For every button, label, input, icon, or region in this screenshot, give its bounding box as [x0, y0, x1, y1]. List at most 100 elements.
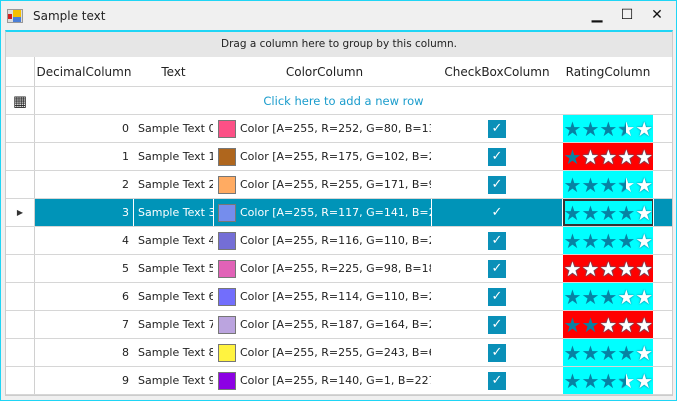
text-cell[interactable]: Sample Text 3 [134, 199, 214, 226]
text-cell[interactable]: Sample Text 7 [134, 311, 214, 338]
rating-control[interactable]: ★ ★ ★ ★ ★ [563, 143, 653, 170]
row-indicator[interactable] [6, 311, 35, 338]
star-icon[interactable]: ★ [581, 343, 599, 363]
checkbox-cell[interactable]: ✓ [432, 255, 563, 282]
rating-control[interactable]: ★ ★ ★ ★ ★ [563, 115, 653, 142]
color-cell[interactable]: Color [A=255, R=255, G=171, B=98] [214, 171, 432, 198]
text-cell[interactable]: Sample Text 0 [134, 115, 214, 142]
rating-control[interactable]: ★ ★ ★ ★ ★ [563, 227, 653, 254]
text-cell[interactable]: Sample Text 2 [134, 171, 214, 198]
star-icon[interactable]: ★ [599, 259, 617, 279]
color-cell[interactable]: Color [A=255, R=225, G=98, B=183] [214, 255, 432, 282]
star-icon[interactable]: ★ [617, 287, 635, 307]
star-icon[interactable]: ★ [581, 371, 599, 391]
star-icon[interactable]: ★ [564, 231, 582, 251]
rating-control[interactable]: ★ ★ ★ ★ ★ [563, 283, 653, 310]
star-icon[interactable]: ★ [564, 203, 582, 223]
star-icon[interactable]: ★ [617, 343, 635, 363]
checkbox[interactable]: ✓ [488, 259, 506, 278]
rating-control[interactable]: ★ ★ ★ ★ ★ [563, 199, 653, 226]
star-icon[interactable]: ★ [617, 371, 635, 391]
decimal-cell[interactable]: 9 [35, 367, 134, 394]
star-icon[interactable]: ★ [599, 231, 617, 251]
star-icon[interactable]: ★ [581, 315, 599, 335]
column-header-color[interactable]: ColorColumn [214, 57, 432, 86]
star-icon[interactable]: ★ [617, 315, 635, 335]
row-indicator[interactable] [6, 339, 35, 366]
checkbox-cell[interactable]: ✓ [432, 311, 563, 338]
checkbox[interactable]: ✓ [488, 147, 506, 166]
checkbox[interactable]: ✓ [488, 371, 506, 390]
table-row[interactable]: 1 Sample Text 1 Color [A=255, R=175, G=1… [6, 143, 672, 171]
star-icon[interactable]: ★ [581, 287, 599, 307]
color-cell[interactable]: Color [A=255, R=255, G=243, B=64] [214, 339, 432, 366]
star-icon[interactable]: ★ [599, 287, 617, 307]
checkbox-cell[interactable]: ✓ [432, 227, 563, 254]
color-cell[interactable]: Color [A=255, R=116, G=110, B=214] [214, 227, 432, 254]
text-cell[interactable]: Sample Text 6 [134, 283, 214, 310]
star-icon[interactable]: ★ [635, 147, 653, 167]
rating-cell[interactable]: ★ ★ ★ ★ ★ [563, 115, 654, 142]
star-icon[interactable]: ★ [581, 231, 599, 251]
table-row[interactable]: 5 Sample Text 5 Color [A=255, R=225, G=9… [6, 255, 672, 283]
table-row[interactable]: ▶ 3 Sample Text 3 Color [A=255, R=117, G… [6, 199, 672, 227]
rating-cell[interactable]: ★ ★ ★ ★ ★ [563, 311, 654, 338]
star-icon[interactable]: ★ [617, 259, 635, 279]
rating-cell[interactable]: ★ ★ ★ ★ ★ [563, 227, 654, 254]
star-icon[interactable]: ★ [599, 175, 617, 195]
star-icon[interactable]: ★ [599, 343, 617, 363]
add-new-row-link[interactable]: Click here to add a new row [35, 87, 672, 114]
rating-cell[interactable]: ★ ★ ★ ★ ★ [563, 367, 654, 394]
checkbox[interactable]: ✓ [488, 175, 506, 194]
star-icon[interactable]: ★ [617, 203, 635, 223]
new-row[interactable]: ▦ Click here to add a new row [6, 87, 672, 115]
table-row[interactable]: 2 Sample Text 2 Color [A=255, R=255, G=1… [6, 171, 672, 199]
checkbox-cell[interactable]: ✓ [432, 367, 563, 394]
checkbox[interactable]: ✓ [488, 343, 506, 362]
checkbox-cell[interactable]: ✓ [432, 199, 563, 226]
rating-control[interactable]: ★ ★ ★ ★ ★ [563, 255, 653, 282]
checkbox-cell[interactable]: ✓ [432, 143, 563, 170]
checkbox[interactable]: ✓ [488, 315, 506, 334]
star-icon[interactable]: ★ [635, 119, 653, 139]
decimal-cell[interactable]: 6 [35, 283, 134, 310]
checkbox-cell[interactable]: ✓ [432, 115, 563, 142]
column-header-decimal[interactable]: DecimalColumn [35, 57, 134, 86]
star-icon[interactable]: ★ [635, 175, 653, 195]
color-cell[interactable]: Color [A=255, R=117, G=141, B=237] [214, 199, 432, 226]
decimal-cell[interactable]: 8 [35, 339, 134, 366]
rating-cell[interactable]: ★ ★ ★ ★ ★ [563, 171, 654, 198]
rating-cell[interactable]: ★ ★ ★ ★ ★ [563, 283, 654, 310]
table-row[interactable]: 0 Sample Text 0 Color [A=255, R=252, G=8… [6, 115, 672, 143]
table-row[interactable]: 7 Sample Text 7 Color [A=255, R=187, G=1… [6, 311, 672, 339]
star-icon[interactable]: ★ [581, 203, 599, 223]
rating-cell[interactable]: ★ ★ ★ ★ ★ [563, 255, 654, 282]
star-icon[interactable]: ★ [564, 371, 582, 391]
text-cell[interactable]: Sample Text 5 [134, 255, 214, 282]
decimal-cell[interactable]: 0 [35, 115, 134, 142]
decimal-cell[interactable]: 5 [35, 255, 134, 282]
decimal-cell[interactable]: 4 [35, 227, 134, 254]
row-indicator[interactable] [6, 115, 35, 142]
star-icon[interactable]: ★ [599, 119, 617, 139]
table-row[interactable]: 6 Sample Text 6 Color [A=255, R=114, G=1… [6, 283, 672, 311]
star-icon[interactable]: ★ [581, 119, 599, 139]
row-indicator[interactable] [6, 255, 35, 282]
star-icon[interactable]: ★ [635, 287, 653, 307]
color-cell[interactable]: Color [A=255, R=175, G=102, B=29] [214, 143, 432, 170]
checkbox[interactable]: ✓ [488, 231, 506, 250]
column-header-text[interactable]: Text [134, 57, 214, 86]
checkbox[interactable]: ✓ [488, 119, 506, 138]
close-button[interactable]: ✕ [642, 5, 672, 25]
star-icon[interactable]: ★ [564, 315, 582, 335]
table-row[interactable]: 9 Sample Text 9 Color [A=255, R=140, G=1… [6, 367, 672, 395]
table-row[interactable]: 4 Sample Text 4 Color [A=255, R=116, G=1… [6, 227, 672, 255]
star-icon[interactable]: ★ [635, 371, 653, 391]
column-header-checkbox[interactable]: CheckBoxColumn [432, 57, 563, 86]
checkbox[interactable]: ✓ [488, 287, 506, 306]
decimal-cell[interactable]: 3 [35, 199, 134, 226]
row-indicator[interactable]: ▶ [6, 199, 35, 226]
star-icon[interactable]: ★ [581, 175, 599, 195]
checkbox-cell[interactable]: ✓ [432, 283, 563, 310]
star-icon[interactable]: ★ [564, 119, 582, 139]
